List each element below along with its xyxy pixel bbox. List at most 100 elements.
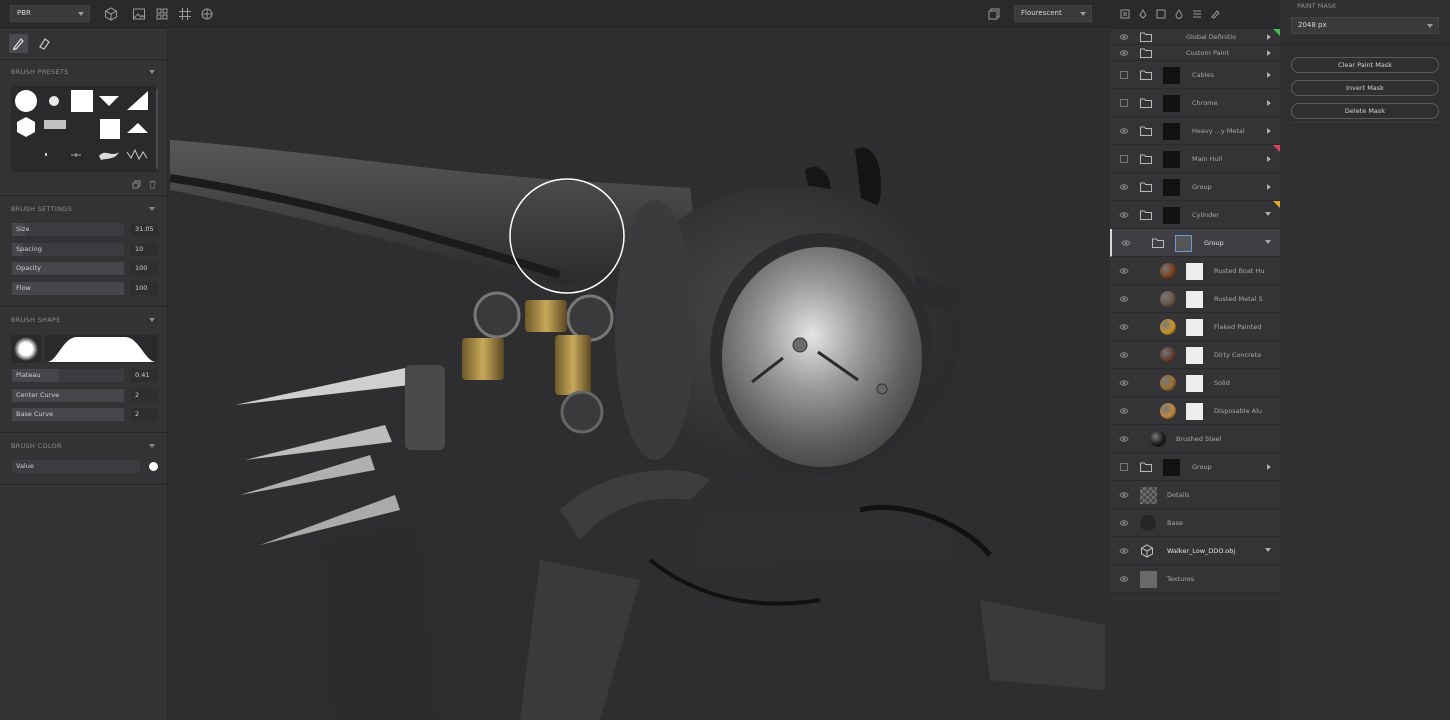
param-value[interactable]: 0.41 bbox=[131, 369, 158, 382]
param-flow[interactable]: Flow 100 bbox=[12, 281, 158, 295]
eye-icon[interactable] bbox=[1119, 519, 1129, 527]
tab-brush[interactable] bbox=[9, 34, 28, 53]
eye-icon[interactable] bbox=[1119, 295, 1129, 303]
grid-2x2-icon[interactable] bbox=[155, 7, 169, 21]
layer-group[interactable]: Group bbox=[1110, 229, 1280, 257]
eye-icon[interactable] bbox=[1119, 491, 1129, 499]
eye-icon[interactable] bbox=[1119, 211, 1129, 219]
mask-thumbnail[interactable] bbox=[1186, 263, 1203, 280]
cube-icon[interactable] bbox=[104, 7, 118, 21]
mask-thumbnail[interactable] bbox=[1186, 347, 1203, 364]
chevron-right-icon[interactable] bbox=[1267, 34, 1271, 40]
preset-square[interactable] bbox=[71, 90, 93, 112]
render-mode-select[interactable]: PBR bbox=[10, 5, 90, 22]
preset-scatter[interactable] bbox=[126, 148, 148, 161]
param-opacity[interactable]: Opacity 100 bbox=[12, 262, 158, 275]
section-brush-shape[interactable]: BRUSH SHAPE bbox=[0, 309, 168, 331]
param-value[interactable]: 2 bbox=[131, 388, 158, 402]
chevron-down-icon[interactable] bbox=[1265, 240, 1271, 244]
layer-rusted-metal-s[interactable]: Rusted Metal S bbox=[1110, 285, 1280, 313]
chevron-right-icon[interactable] bbox=[1267, 128, 1271, 134]
param-value[interactable]: 10 bbox=[131, 242, 158, 256]
visibility-checkbox[interactable] bbox=[1120, 99, 1128, 107]
chevron-right-icon[interactable] bbox=[1267, 100, 1271, 106]
layer-custom-paint[interactable]: Custom Paint bbox=[1110, 45, 1280, 61]
preset-dot[interactable] bbox=[45, 153, 47, 156]
mask-thumbnail[interactable] bbox=[1163, 207, 1180, 224]
mask-thumbnail[interactable] bbox=[1175, 235, 1192, 252]
param-slider[interactable]: Center Curve bbox=[12, 388, 124, 402]
layer-group[interactable]: Group bbox=[1110, 173, 1280, 201]
visibility-checkbox[interactable] bbox=[1120, 71, 1128, 79]
param-slider[interactable]: Spacing bbox=[12, 242, 124, 256]
layer-dirty-concrete[interactable]: Dirty Concrete bbox=[1110, 341, 1280, 369]
chevron-down-icon[interactable] bbox=[1265, 212, 1271, 216]
layer-base[interactable]: Base bbox=[1110, 509, 1280, 537]
param-size[interactable]: Size 31.05 bbox=[12, 223, 158, 236]
param-value[interactable]: 31.05 bbox=[131, 223, 158, 236]
eye-icon[interactable] bbox=[1119, 351, 1129, 359]
visibility-checkbox[interactable] bbox=[1120, 463, 1128, 471]
layer-main-hull[interactable]: Main Hull bbox=[1110, 145, 1280, 173]
preset-hexagon[interactable] bbox=[17, 117, 35, 137]
eye-icon[interactable] bbox=[1121, 239, 1131, 247]
preset-cross[interactable] bbox=[71, 153, 81, 157]
mask-thumbnail[interactable] bbox=[1163, 67, 1180, 84]
chevron-right-icon[interactable] bbox=[1267, 464, 1271, 470]
layer-cables[interactable]: Cables bbox=[1110, 61, 1280, 89]
layer-details[interactable]: Details bbox=[1110, 481, 1280, 509]
eye-icon[interactable] bbox=[1119, 435, 1129, 443]
brush-icon[interactable] bbox=[1210, 9, 1220, 19]
mask-thumbnail[interactable] bbox=[1163, 123, 1180, 140]
layer-textures[interactable]: Textures bbox=[1110, 565, 1280, 593]
layer-walker-low-ddo-obj[interactable]: Walker_Low_DDO.obj bbox=[1110, 537, 1280, 565]
eye-icon[interactable] bbox=[1119, 49, 1129, 57]
param-value[interactable]: 2 bbox=[131, 408, 158, 421]
square-icon[interactable] bbox=[1156, 9, 1166, 19]
chevron-right-icon[interactable] bbox=[1267, 72, 1271, 78]
tab-eraser[interactable] bbox=[34, 34, 53, 53]
layer-chrome[interactable]: Chrome bbox=[1110, 89, 1280, 117]
param-slider[interactable]: Base Curve bbox=[12, 408, 124, 421]
eye-icon[interactable] bbox=[1119, 407, 1129, 415]
layer-heavy-y-metal[interactable]: Heavy ...y Metal bbox=[1110, 117, 1280, 145]
brush-color-row[interactable]: Value bbox=[12, 460, 158, 473]
param-value[interactable]: 100 bbox=[131, 281, 158, 295]
mask-thumbnail[interactable] bbox=[1186, 375, 1203, 392]
preset-triangle-up[interactable] bbox=[127, 123, 148, 133]
preset-triangle-down[interactable] bbox=[99, 96, 119, 106]
visibility-checkbox[interactable] bbox=[1120, 155, 1128, 163]
chevron-right-icon[interactable] bbox=[1267, 50, 1271, 56]
layer-rusted-boat-hu[interactable]: Rusted Boat Hu bbox=[1110, 257, 1280, 285]
eye-icon[interactable] bbox=[1119, 547, 1129, 555]
section-brush-color[interactable]: BRUSH COLOR bbox=[0, 435, 168, 457]
trash-icon[interactable] bbox=[148, 180, 157, 189]
eye-icon[interactable] bbox=[1119, 379, 1129, 387]
grid-3x3-icon[interactable] bbox=[178, 7, 192, 21]
section-brush-presets[interactable]: BRUSH PRESETS bbox=[0, 61, 168, 83]
environment-select[interactable]: Flourescent bbox=[1014, 5, 1092, 22]
preset-splatter[interactable] bbox=[99, 152, 119, 160]
preset-gradient[interactable] bbox=[44, 120, 66, 129]
preset-square-small[interactable] bbox=[100, 119, 120, 139]
param-plateau[interactable]: Plateau 0.41 bbox=[12, 369, 158, 382]
chevron-right-icon[interactable] bbox=[1267, 156, 1271, 162]
layer-group[interactable]: Group bbox=[1110, 453, 1280, 481]
color-swatch[interactable] bbox=[149, 462, 158, 471]
param-slider[interactable]: Plateau bbox=[12, 369, 124, 382]
layer-solid[interactable]: Solid bbox=[1110, 369, 1280, 397]
param-slider[interactable]: Flow bbox=[12, 281, 124, 295]
chevron-down-icon[interactable] bbox=[1265, 548, 1271, 552]
preset-round-soft[interactable] bbox=[49, 96, 59, 106]
delete-mask-button[interactable]: Delete Mask bbox=[1291, 103, 1439, 119]
param-spacing[interactable]: Spacing 10 bbox=[12, 242, 158, 256]
eye-icon[interactable] bbox=[1119, 267, 1129, 275]
layers-icon[interactable] bbox=[1120, 9, 1130, 19]
eye-icon[interactable] bbox=[1119, 183, 1129, 191]
layer-flaked-painted[interactable]: Flaked Painted bbox=[1110, 313, 1280, 341]
image-icon[interactable] bbox=[132, 7, 146, 21]
preset-scrollbar[interactable] bbox=[156, 89, 158, 169]
eye-icon[interactable] bbox=[1119, 575, 1129, 583]
param-value[interactable]: 100 bbox=[131, 262, 158, 275]
param-center-curve[interactable]: Center Curve 2 bbox=[12, 388, 158, 402]
